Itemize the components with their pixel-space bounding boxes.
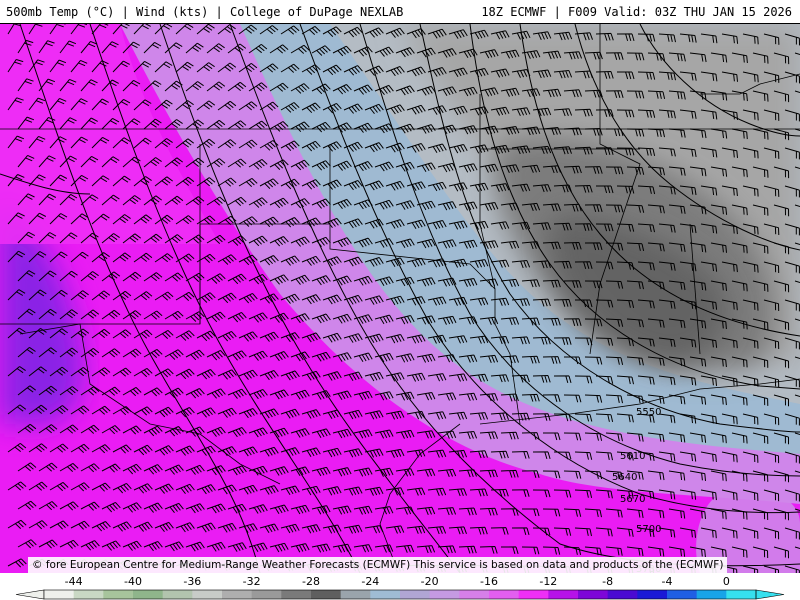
colorbar-swatch xyxy=(400,590,431,599)
colorbar-tick-label: -16 xyxy=(480,575,498,588)
colorbar-tick-label: -12 xyxy=(539,575,558,588)
colorbar-swatch xyxy=(340,590,371,599)
colorbar-tick-label: -8 xyxy=(602,575,614,588)
colorbar-tick-label: -4 xyxy=(661,575,673,588)
colorbar-swatch xyxy=(192,590,223,599)
map-area[interactable]: 5550 5610 5640 5670 5700 5730 xyxy=(0,24,800,573)
colorbar-swatch xyxy=(726,590,757,599)
colorbar-swatch xyxy=(429,590,460,599)
colorbar-swatch xyxy=(370,590,401,599)
colorbar-swatch xyxy=(607,590,638,599)
colorbar-swatch xyxy=(44,590,75,599)
colorbar-tick-label: -36 xyxy=(183,575,202,588)
model-run-info: 18Z ECMWF | F009 Valid: 03Z THU JAN 15 2… xyxy=(481,5,792,19)
contour-label: 5640 xyxy=(612,472,637,483)
colorbar-swatch xyxy=(133,590,164,599)
colorbar-swatch xyxy=(548,590,579,599)
colorbar-swatch xyxy=(578,590,609,599)
colorbar-tick-label: -40 xyxy=(124,575,142,588)
colorbar-swatch xyxy=(696,590,727,599)
colorbar-swatch xyxy=(222,590,253,599)
contour-label: 5700 xyxy=(636,524,661,535)
map-title: 500mb Temp (°C) | Wind (kts) | College o… xyxy=(6,5,404,19)
data-credit: © fore European Centre for Medium-Range … xyxy=(28,557,728,573)
triangle-arrow-icon xyxy=(755,589,785,600)
colorbar-swatch xyxy=(667,590,698,599)
colorbar-swatch xyxy=(162,590,193,599)
weather-map-page: 500mb Temp (°C) | Wind (kts) | College o… xyxy=(0,0,800,600)
colorbar-swatch xyxy=(311,590,342,599)
temperature-colorbar: -44 -40 -36 -32 -28 -24 -20 -16 -12 -8 -4 0 xyxy=(0,573,800,600)
colorbar-tick-label: -24 xyxy=(361,575,380,588)
map-header: 500mb Temp (°C) | Wind (kts) | College o… xyxy=(0,0,800,24)
colorbar-swatch xyxy=(103,590,134,599)
colorbar-tick-label: -20 xyxy=(420,575,439,588)
map-canvas: 5550 5610 5640 5670 5700 5730 xyxy=(0,24,800,573)
colorbar-tick-labels: -44 -40 -36 -32 -28 -24 -20 -16 -12 -8 -4 0 xyxy=(0,573,800,589)
colorbar-scale xyxy=(15,589,785,600)
colorbar-swatch xyxy=(489,590,520,599)
colorbar-tick-label: -28 xyxy=(302,575,320,588)
colorbar-swatch xyxy=(637,590,668,599)
contour-label: 5550 xyxy=(636,407,661,418)
colorbar-swatch xyxy=(518,590,549,599)
contour-label: 5670 xyxy=(620,494,645,505)
colorbar-tick-label: -32 xyxy=(242,575,261,588)
colorbar-swatch xyxy=(459,590,490,599)
colorbar-tick-label: 0 xyxy=(722,575,730,588)
triangle-arrow-icon xyxy=(15,589,45,600)
colorbar-swatch xyxy=(73,590,104,599)
colorbar-tick-label: -44 xyxy=(64,575,83,588)
colorbar-swatch xyxy=(251,590,282,599)
contour-label: 5610 xyxy=(620,451,645,462)
colorbar-swatch xyxy=(281,590,312,599)
